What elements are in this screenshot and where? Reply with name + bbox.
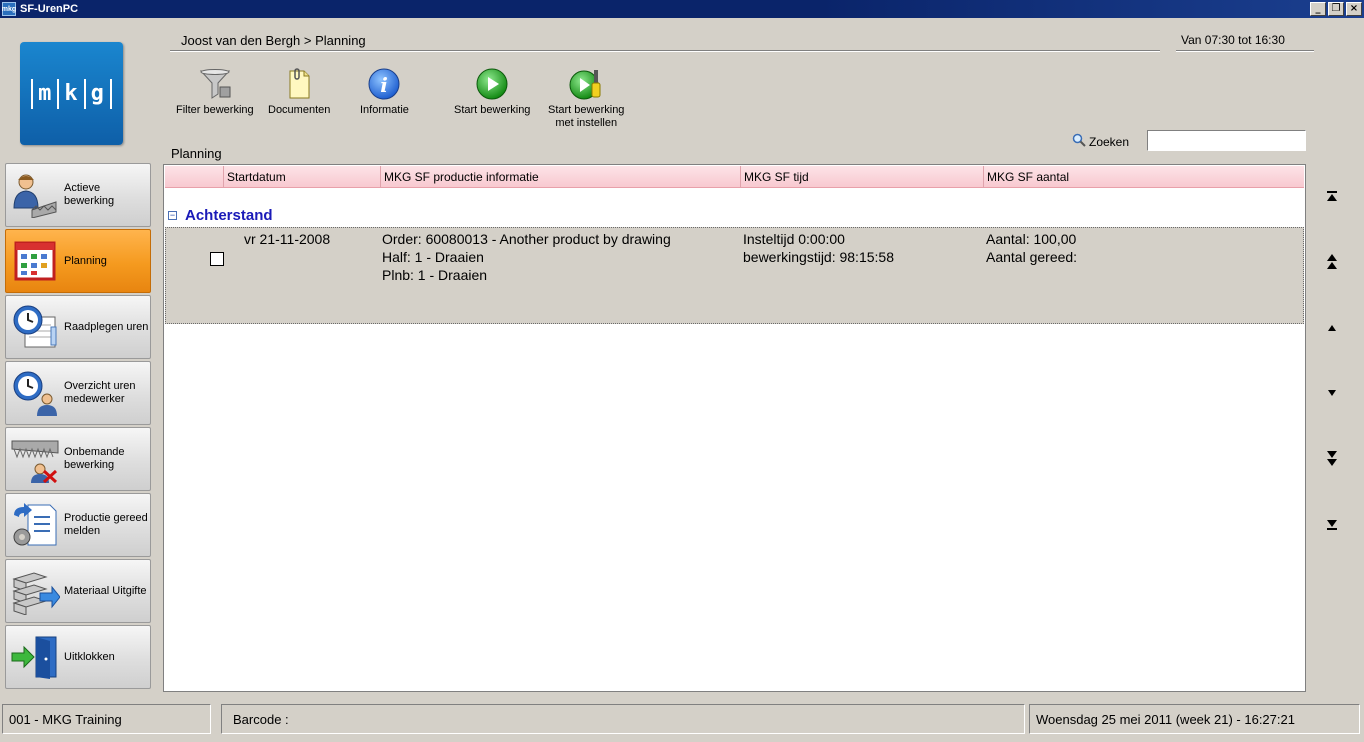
info-icon: i bbox=[367, 66, 401, 102]
sidebar-item-planning[interactable]: Planning bbox=[5, 229, 151, 293]
calendar-icon bbox=[10, 236, 60, 286]
cell-aantal: Aantal: 100,00 Aantal gereed: bbox=[986, 231, 1078, 265]
restore-icon[interactable]: ❐ bbox=[1328, 2, 1344, 16]
page-up-icon[interactable] bbox=[1322, 252, 1342, 272]
page-down-icon[interactable] bbox=[1322, 449, 1342, 469]
clock-person-icon bbox=[10, 368, 60, 418]
worker-icon bbox=[10, 170, 60, 220]
down-icon[interactable] bbox=[1322, 383, 1342, 403]
filter-bewerking-button[interactable]: Filter bewerking bbox=[176, 66, 254, 117]
close-icon[interactable]: × bbox=[1346, 2, 1362, 16]
clock-icon bbox=[10, 302, 60, 352]
work-hours: Van 07:30 tot 16:30 bbox=[1181, 33, 1285, 47]
column-header-productie-informatie[interactable]: MKG SF productie informatie bbox=[380, 166, 740, 188]
title-bar: mkg SF-UrenPC _ ❐ × bbox=[0, 0, 1364, 18]
production-ready-icon bbox=[10, 500, 60, 550]
sidebar-item-materiaal-uitgifte[interactable]: Materiaal Uitgifte bbox=[5, 559, 151, 623]
group-row-achterstand[interactable]: − Achterstand bbox=[168, 207, 273, 224]
breadcrumb: Joost van den Bergh > Planning bbox=[181, 33, 366, 48]
cell-startdatum: vr 21-11-2008 bbox=[244, 231, 331, 247]
unmanned-icon bbox=[10, 434, 60, 484]
sidebar-item-productie-gereed-melden[interactable]: Productie gereed melden bbox=[5, 493, 151, 557]
svg-text:i: i bbox=[381, 73, 389, 97]
planning-grid: Startdatum MKG SF productie informatie M… bbox=[163, 164, 1306, 692]
search-label: Zoeken bbox=[1072, 133, 1129, 150]
documenten-button[interactable]: Documenten bbox=[268, 66, 330, 117]
column-header-aantal[interactable]: MKG SF aantal bbox=[983, 166, 1304, 188]
up-icon[interactable] bbox=[1322, 318, 1342, 338]
status-company: 001 - MKG Training bbox=[2, 704, 211, 734]
search-icon bbox=[1072, 133, 1086, 150]
work-hours-divider bbox=[1176, 50, 1314, 52]
material-icon bbox=[10, 566, 60, 616]
app-icon: mkg bbox=[2, 2, 16, 16]
window-title: SF-UrenPC bbox=[20, 3, 79, 15]
door-exit-icon bbox=[10, 632, 60, 682]
column-header-tijd[interactable]: MKG SF tijd bbox=[740, 166, 983, 188]
status-barcode[interactable]: Barcode : bbox=[221, 704, 1025, 734]
search-input[interactable] bbox=[1147, 130, 1306, 151]
section-title: Planning bbox=[171, 146, 222, 161]
first-icon[interactable] bbox=[1322, 186, 1342, 206]
start-bewerking-button[interactable]: Start bewerking bbox=[454, 66, 530, 117]
mkg-logo: mkg bbox=[20, 42, 123, 145]
documents-icon bbox=[282, 66, 316, 102]
start-bewerking-met-instellen-button[interactable]: Start bewerking met instellen bbox=[548, 66, 624, 130]
sidebar-item-uitklokken[interactable]: Uitklokken bbox=[5, 625, 151, 689]
filter-icon bbox=[198, 66, 232, 102]
cell-tijd: Insteltijd 0:00:00 bewerkingstijd: 98:15… bbox=[743, 231, 894, 265]
group-title: Achterstand bbox=[185, 207, 273, 224]
sidebar: Actieve bewerking Planning Raadplegen ur… bbox=[5, 163, 151, 691]
play-icon bbox=[475, 66, 509, 102]
grid-header: Startdatum MKG SF productie informatie M… bbox=[165, 166, 1304, 188]
informatie-button[interactable]: i Informatie bbox=[360, 66, 409, 117]
play-setup-icon bbox=[569, 66, 603, 102]
breadcrumb-divider bbox=[170, 50, 1160, 52]
status-datetime: Woensdag 25 mei 2011 (week 21) - 16:27:2… bbox=[1029, 704, 1360, 734]
row-checkbox[interactable] bbox=[210, 252, 224, 266]
last-icon[interactable] bbox=[1322, 515, 1342, 535]
column-header-startdatum[interactable]: Startdatum bbox=[223, 166, 380, 188]
cell-productie-informatie: Order: 60080013 - Another product by dra… bbox=[382, 231, 671, 283]
sidebar-item-overzicht-uren-medewerker[interactable]: Overzicht uren medewerker bbox=[5, 361, 151, 425]
sidebar-item-onbemande-bewerking[interactable]: Onbemande bewerking bbox=[5, 427, 151, 491]
collapse-icon[interactable]: − bbox=[168, 211, 177, 220]
sidebar-item-actieve-bewerking[interactable]: Actieve bewerking bbox=[5, 163, 151, 227]
sidebar-item-raadplegen-uren[interactable]: Raadplegen uren bbox=[5, 295, 151, 359]
minimize-icon[interactable]: _ bbox=[1310, 2, 1326, 16]
table-row[interactable]: vr 21-11-2008 Order: 60080013 - Another … bbox=[165, 227, 1304, 324]
window-controls: _ ❐ × bbox=[1310, 2, 1362, 16]
